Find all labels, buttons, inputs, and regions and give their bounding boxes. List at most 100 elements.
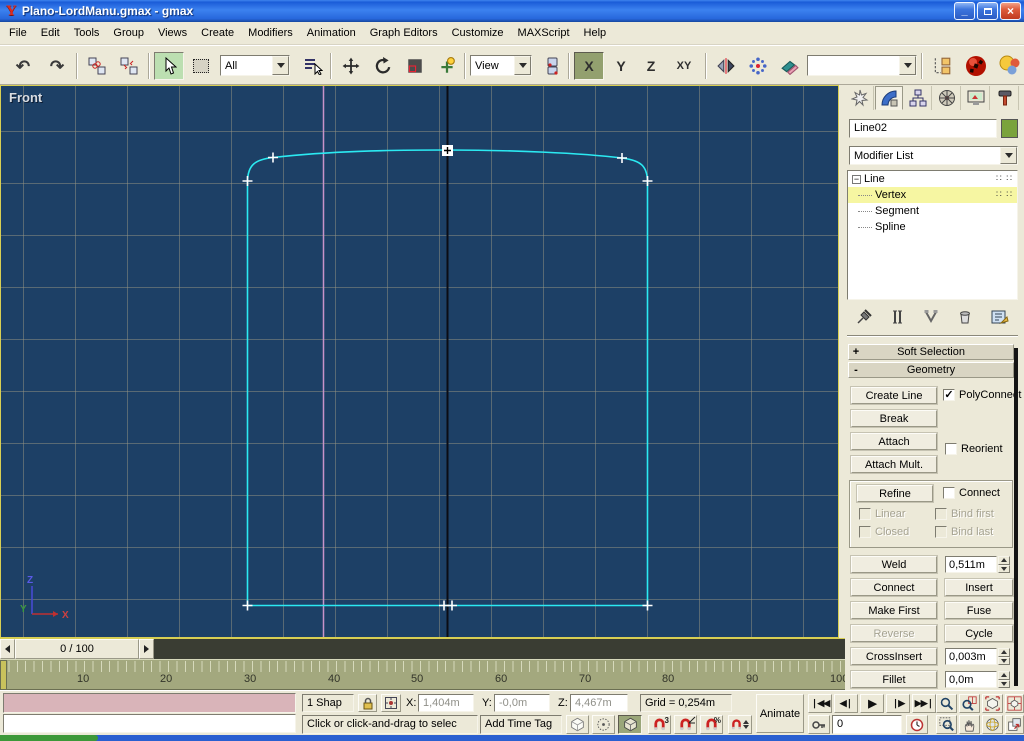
connect-button[interactable]: Connect xyxy=(851,579,937,596)
previous-frame-button[interactable]: ◀❘ xyxy=(834,694,858,713)
break-button[interactable]: Break xyxy=(851,410,937,427)
material-editor-button[interactable] xyxy=(961,52,991,80)
spinner-buttons[interactable] xyxy=(998,556,1010,573)
restrict-y-button[interactable]: Y xyxy=(607,52,635,80)
spinner-down[interactable] xyxy=(998,657,1010,666)
maxscript-mini-listener-input[interactable] xyxy=(3,714,296,733)
percent-snap-toggle-button[interactable]: % xyxy=(700,715,723,734)
rollout-soft-selection[interactable]: + Soft Selection xyxy=(848,344,1014,360)
stack-item-vertex[interactable]: Vertex ∷ ∷ xyxy=(848,187,1017,203)
render-button[interactable] xyxy=(995,52,1024,80)
dropdown-button[interactable] xyxy=(1000,147,1017,164)
current-frame-field[interactable]: 0 xyxy=(832,715,902,734)
animate-button[interactable]: Animate xyxy=(756,694,804,733)
weld-threshold-value[interactable]: 0,511m xyxy=(945,556,997,573)
menu-graph-editors[interactable]: Graph Editors xyxy=(363,23,445,43)
go-to-start-button[interactable]: ❘◀◀ xyxy=(808,694,832,713)
dropdown-button[interactable] xyxy=(272,56,289,75)
region-zoom-button[interactable] xyxy=(936,715,957,734)
absolute-mode-toggle[interactable] xyxy=(381,694,401,712)
tab-create[interactable] xyxy=(846,86,874,110)
zoom-button[interactable] xyxy=(936,694,957,713)
snap-toggle-3d-button[interactable]: 3 xyxy=(648,715,671,734)
dotted-sphere-button[interactable] xyxy=(592,715,615,734)
start-button-edge[interactable] xyxy=(0,735,98,741)
attach-mult-button[interactable]: Attach Mult. xyxy=(851,456,937,473)
time-slider-handle[interactable]: 0 / 100 xyxy=(15,639,139,659)
menu-file[interactable]: File xyxy=(2,23,34,43)
select-by-name-button[interactable] xyxy=(298,52,328,80)
spinner-down[interactable] xyxy=(998,680,1010,689)
tab-hierarchy[interactable] xyxy=(904,86,932,110)
make-first-button[interactable]: Make First xyxy=(851,602,937,619)
adaptive-degradation-button[interactable] xyxy=(566,715,589,734)
array-button[interactable] xyxy=(743,52,773,80)
time-slider-next-button[interactable] xyxy=(139,639,154,659)
redo-button[interactable]: ↷ xyxy=(42,52,72,80)
weld-threshold-spinner[interactable]: 0,511m xyxy=(945,556,1010,573)
min-max-toggle-button[interactable] xyxy=(1005,715,1024,734)
spinner-buttons[interactable] xyxy=(998,648,1010,665)
named-selection-combo[interactable] xyxy=(807,55,917,76)
menu-animation[interactable]: Animation xyxy=(300,23,363,43)
configure-modifier-sets-icon[interactable] xyxy=(991,309,1009,325)
time-configuration-button[interactable] xyxy=(906,715,928,734)
play-button[interactable]: ▶ xyxy=(860,694,884,713)
select-and-link-button[interactable] xyxy=(82,52,112,80)
zoom-extents-button[interactable] xyxy=(982,694,1003,713)
tab-motion[interactable] xyxy=(933,86,961,110)
reorient-checkbox[interactable]: Reorient xyxy=(945,443,1003,455)
y-coordinate-field[interactable]: -0,0m xyxy=(494,694,550,712)
pin-stack-icon[interactable] xyxy=(856,309,872,325)
zoom-all-button[interactable] xyxy=(959,694,980,713)
crossinsert-spinner[interactable]: 0,003m xyxy=(945,648,1010,665)
selection-region-button[interactable] xyxy=(186,52,216,80)
tab-display[interactable] xyxy=(962,86,990,110)
object-color-swatch[interactable] xyxy=(1001,119,1018,138)
menu-modifiers[interactable]: Modifiers xyxy=(241,23,300,43)
menu-tools[interactable]: Tools xyxy=(67,23,107,43)
key-mode-toggle-button[interactable] xyxy=(808,715,830,734)
spinner-up[interactable] xyxy=(998,556,1010,565)
windows-taskbar-edge[interactable] xyxy=(0,735,1024,741)
menu-create[interactable]: Create xyxy=(194,23,241,43)
menu-help[interactable]: Help xyxy=(577,23,614,43)
spinner-snap-toggle-button[interactable] xyxy=(728,715,752,734)
spinner-down[interactable] xyxy=(998,565,1010,574)
cycle-button[interactable]: Cycle xyxy=(945,625,1013,642)
tab-utilities[interactable] xyxy=(991,86,1019,110)
crossinsert-value[interactable]: 0,003m xyxy=(945,648,997,665)
close-button[interactable]: × xyxy=(1000,2,1021,20)
modifier-list-combo[interactable]: Modifier List xyxy=(849,146,1018,165)
selected-vertex[interactable] xyxy=(442,145,453,156)
time-slider-prev-button[interactable] xyxy=(0,639,15,659)
select-and-rotate-button[interactable] xyxy=(368,52,398,80)
fillet-spinner[interactable]: 0,0m xyxy=(945,671,1010,688)
insert-button[interactable]: Insert xyxy=(945,579,1013,596)
maxscript-mini-listener-macro[interactable] xyxy=(3,693,296,713)
stack-item-segment[interactable]: Segment xyxy=(848,203,1017,219)
select-and-scale-button[interactable] xyxy=(400,52,430,80)
dropdown-button[interactable] xyxy=(514,56,531,75)
restrict-x-button[interactable]: X xyxy=(574,52,604,80)
tab-modify[interactable] xyxy=(875,86,903,110)
selection-lock-toggle[interactable] xyxy=(358,694,377,712)
viewport-front[interactable]: Front Z X Y xyxy=(0,85,839,638)
collapse-icon[interactable]: − xyxy=(852,175,861,184)
reference-coordinate-combo[interactable]: View xyxy=(470,55,532,76)
pan-button[interactable] xyxy=(959,715,980,734)
use-pivot-center-button[interactable] xyxy=(538,52,568,80)
remove-modifier-icon[interactable] xyxy=(957,309,973,325)
frame-0-marker[interactable] xyxy=(0,660,7,690)
align-button[interactable] xyxy=(775,52,805,80)
crossinsert-button[interactable]: CrossInsert xyxy=(851,648,937,665)
create-line-button[interactable]: Create Line xyxy=(851,387,937,404)
arc-rotate-button[interactable] xyxy=(982,715,1003,734)
fillet-button[interactable]: Fillet xyxy=(851,671,937,688)
attach-button[interactable]: Attach xyxy=(851,433,937,450)
z-coordinate-field[interactable]: 4,467m xyxy=(570,694,628,712)
polyconnect-checkbox[interactable]: PolyConnect xyxy=(943,389,1021,401)
fillet-value[interactable]: 0,0m xyxy=(945,671,997,688)
object-name-field[interactable]: Line02 xyxy=(849,119,997,138)
mirror-button[interactable] xyxy=(711,52,741,80)
